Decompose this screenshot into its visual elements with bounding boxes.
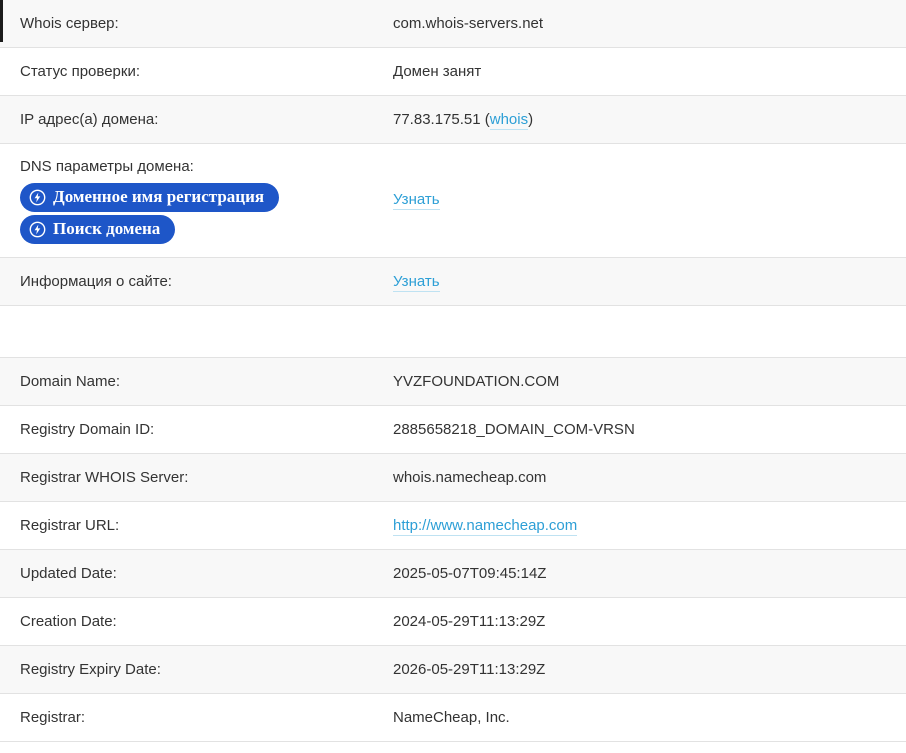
row-value: 2026-05-29T11:13:29Z <box>393 660 906 679</box>
domain-name-value: YVZFOUNDATION.COM <box>393 372 906 391</box>
table-row: Registry Expiry Date: 2026-05-29T11:13:2… <box>0 646 906 694</box>
lightning-circle-icon <box>29 189 46 206</box>
ad-button-label: Поиск домена <box>53 219 160 239</box>
table-row: Registrar WHOIS Server: whois.namecheap.… <box>0 454 906 502</box>
left-edge-mark <box>0 0 3 42</box>
row-label: Registry Expiry Date: <box>0 660 393 679</box>
row-value: http://www.namecheap.com <box>393 516 906 535</box>
ip-address-text: 77.83.175.51 ( <box>393 111 490 128</box>
registrar-url-link[interactable]: http://www.namecheap.com <box>393 517 577 536</box>
row-value: Узнать <box>393 157 906 209</box>
row-value: 2885658218_DOMAIN_COM-VRSN <box>393 420 906 439</box>
table-row: Updated Date: 2025-05-07T09:45:14Z <box>0 550 906 598</box>
table-row: Статус проверки: Домен занят <box>0 48 906 96</box>
row-label: Registrar URL: <box>0 516 393 535</box>
table-row: Информация о сайте: Узнать <box>0 258 906 306</box>
lightning-circle-icon <box>29 221 46 238</box>
table-row: Creation Date: 2024-05-29T11:13:29Z <box>0 598 906 646</box>
table-row-dns: DNS параметры домена: Доменное имя регис… <box>0 144 906 258</box>
row-value: Узнать <box>393 272 906 291</box>
row-label: Updated Date: <box>0 564 393 583</box>
whois-check-table: Whois сервер: com.whois-servers.net Стат… <box>0 0 906 306</box>
table-row: Whois сервер: com.whois-servers.net <box>0 0 906 48</box>
row-label: Информация о сайте: <box>0 272 393 291</box>
row-label: DNS параметры домена: <box>20 157 194 176</box>
dns-uznat-link[interactable]: Узнать <box>393 191 440 210</box>
row-label: Whois сервер: <box>0 14 393 33</box>
site-info-uznat-link[interactable]: Узнать <box>393 273 440 292</box>
table-row: Domain Name: YVZFOUNDATION.COM <box>0 358 906 406</box>
row-label: Domain Name: <box>0 372 393 391</box>
ip-address-value: 77.83.175.51 (whois) <box>393 110 906 129</box>
row-label: IP адрес(а) домена: <box>0 110 393 129</box>
domain-status-value: Домен занят <box>393 62 906 81</box>
ad-button-domain-registration[interactable]: Доменное имя регистрация <box>20 183 279 212</box>
row-label: Статус проверки: <box>0 62 393 81</box>
row-value: whois.namecheap.com <box>393 468 906 487</box>
ad-button-domain-search[interactable]: Поиск домена <box>20 215 175 244</box>
table-row: IP адрес(а) домена: 77.83.175.51 (whois) <box>0 96 906 144</box>
row-label: Registrar WHOIS Server: <box>0 468 393 487</box>
row-label-group: DNS параметры домена: Доменное имя регис… <box>0 157 393 247</box>
row-label: Registry Domain ID: <box>0 420 393 439</box>
row-label: Creation Date: <box>0 612 393 631</box>
table-row: Registrar: NameCheap, Inc. <box>0 694 906 742</box>
whois-link[interactable]: whois <box>490 111 528 130</box>
table-row: Registrar URL: http://www.namecheap.com <box>0 502 906 550</box>
registry-data-table: Domain Name: YVZFOUNDATION.COM Registry … <box>0 357 906 742</box>
row-value: NameCheap, Inc. <box>393 708 906 727</box>
ad-button-label: Доменное имя регистрация <box>53 187 264 207</box>
row-value: 2025-05-07T09:45:14Z <box>393 564 906 583</box>
row-value: com.whois-servers.net <box>393 14 906 33</box>
row-value: 2024-05-29T11:13:29Z <box>393 612 906 631</box>
table-row: Registry Domain ID: 2885658218_DOMAIN_CO… <box>0 406 906 454</box>
row-label: Registrar: <box>0 708 393 727</box>
ip-address-text-suffix: ) <box>528 111 533 128</box>
